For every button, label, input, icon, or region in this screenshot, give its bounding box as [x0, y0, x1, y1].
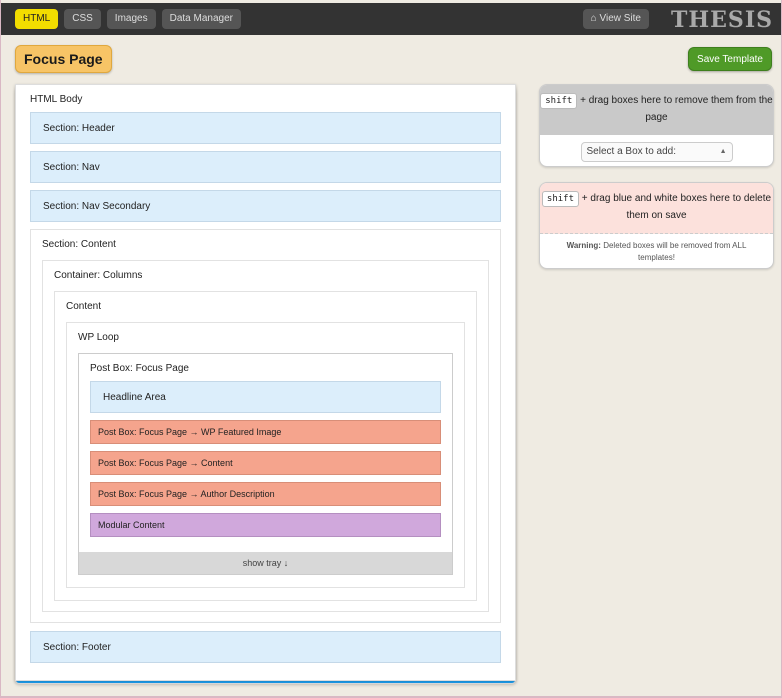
container-columns-label: Container: Columns — [54, 270, 143, 281]
template-canvas: HTML Body Section: Header Section: Nav S… — [15, 84, 516, 681]
warning-label: Warning: — [566, 241, 601, 250]
page-title[interactable]: Focus Page — [15, 45, 112, 73]
delete-instructions: + drag blue and white boxes here to dele… — [581, 193, 772, 221]
wp-loop-box[interactable]: WP Loop Post Box: Focus Page Headline Ar… — [66, 322, 465, 588]
top-toolbar: HTML CSS Images Data Manager ⧉ Canvas ⌂ … — [1, 3, 781, 684]
section-content-box[interactable]: Section: Content Container: Columns Cont… — [30, 229, 501, 623]
html-body-label: HTML Body — [30, 94, 83, 105]
modular-content-box[interactable]: Modular Content — [90, 513, 441, 537]
section-nav-box[interactable]: Section: Nav — [30, 151, 501, 183]
tab-html[interactable]: HTML — [15, 9, 59, 29]
add-box-select[interactable]: Select a Box to add: ▲▼ — [580, 142, 733, 162]
save-template-button[interactable]: Save Template — [688, 47, 772, 71]
headline-area-box[interactable]: Headline Area — [90, 381, 441, 413]
content-label: Content — [66, 301, 102, 312]
tab-data-manager[interactable]: Data Manager — [161, 9, 241, 29]
post-content-box[interactable]: Post Box: Focus Page → Content — [90, 451, 441, 475]
section-nav-secondary-box[interactable]: Section: Nav Secondary — [30, 190, 501, 222]
warning-text: Deleted boxes will be removed from ALL t… — [603, 241, 747, 262]
view-site-button[interactable]: ⌂ View Site — [582, 9, 649, 29]
thesis-logo: THESIS — [671, 7, 773, 33]
content-box[interactable]: Content WP Loop Post Box: Focus Page Hea… — [54, 291, 477, 601]
delete-boxes-panel[interactable]: shift + drag blue and white boxes here t… — [539, 182, 774, 269]
shift-key: shift — [540, 93, 578, 109]
post-box-label: Post Box: Focus Page — [90, 363, 189, 374]
section-footer-box[interactable]: Section: Footer — [30, 631, 501, 663]
remove-boxes-panel[interactable]: shift + drag boxes here to remove them f… — [539, 84, 774, 167]
featured-image-box[interactable]: Post Box: Focus Page → WP Featured Image — [90, 420, 441, 444]
select-arrows-icon: ▲▼ — [719, 148, 727, 155]
section-header-box[interactable]: Section: Header — [30, 112, 501, 144]
section-content-label: Section: Content — [42, 239, 116, 250]
wp-loop-label: WP Loop — [78, 332, 119, 343]
app-frame: HTML CSS Images Data Manager ⧉ Canvas ⌂ … — [1, 0, 781, 696]
container-columns-box[interactable]: Container: Columns Content WP Loop Post … — [42, 260, 489, 612]
delete-warning: Warning: Deleted boxes will be removed f… — [540, 234, 773, 268]
tab-images[interactable]: Images — [106, 9, 156, 29]
author-description-box[interactable]: Post Box: Focus Page → Author Descriptio… — [90, 482, 441, 506]
show-tray-toggle[interactable]: show tray ↓ — [79, 552, 452, 574]
view-site-label: View Site — [599, 13, 641, 24]
remove-dropzone[interactable]: shift + drag boxes here to remove them f… — [540, 85, 773, 135]
delete-dropzone[interactable]: shift + drag blue and white boxes here t… — [540, 183, 773, 234]
shift-key: shift — [541, 191, 579, 207]
tab-css[interactable]: CSS — [64, 9, 101, 29]
remove-instructions: + drag boxes here to remove them from th… — [580, 95, 773, 123]
add-box-select-value: Select a Box to add: — [586, 146, 677, 157]
post-box-focus-page[interactable]: Post Box: Focus Page Headline Area Post … — [78, 353, 453, 575]
